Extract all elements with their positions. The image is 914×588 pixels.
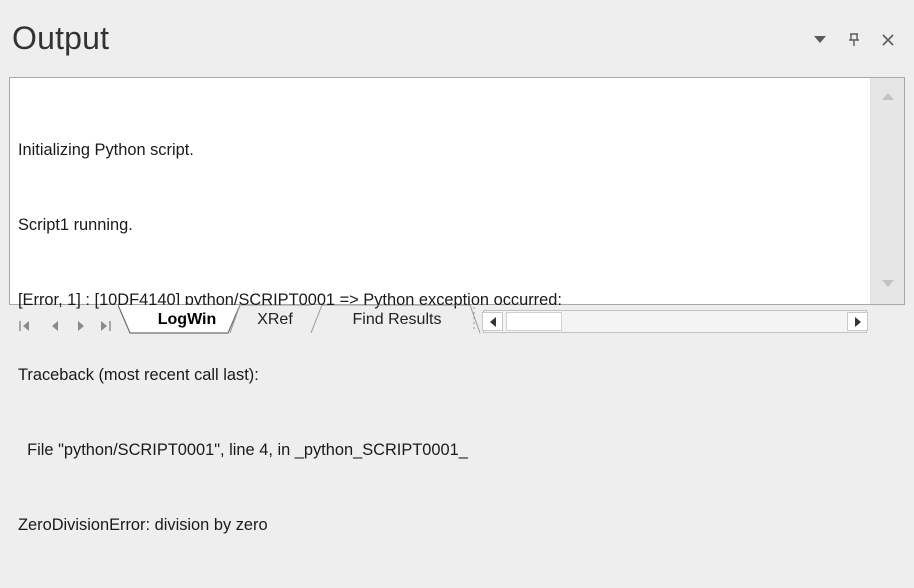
close-icon[interactable] bbox=[880, 32, 896, 48]
tab-logwin[interactable]: LogWin bbox=[138, 305, 236, 335]
tab-strip: LogWin XRef Find Results bbox=[0, 305, 914, 344]
next-tab-icon[interactable] bbox=[74, 319, 88, 333]
scroll-down-icon[interactable] bbox=[881, 278, 895, 290]
log-line: Traceback (most recent call last): bbox=[18, 366, 259, 384]
dropdown-arrow-icon[interactable] bbox=[812, 32, 828, 48]
log-line: Script1 running. bbox=[18, 216, 133, 234]
scroll-right-icon[interactable] bbox=[847, 312, 868, 331]
vertical-scrollbar[interactable] bbox=[870, 78, 904, 304]
scroll-thumb[interactable] bbox=[506, 312, 562, 331]
output-panel: Output Initializing Python script. Scrip… bbox=[0, 0, 914, 534]
scroll-up-icon[interactable] bbox=[881, 90, 895, 102]
scroll-left-icon[interactable] bbox=[482, 312, 503, 331]
tab-xref[interactable]: XRef bbox=[244, 305, 306, 335]
panel-title: Output bbox=[12, 20, 110, 56]
previous-tab-icon[interactable] bbox=[48, 319, 62, 333]
tab-find-results[interactable]: Find Results bbox=[322, 305, 472, 335]
log-line: File "python/SCRIPT0001", line 4, in _py… bbox=[18, 441, 468, 459]
pin-icon[interactable] bbox=[846, 32, 862, 48]
panel-header-controls bbox=[812, 32, 896, 48]
horizontal-scrollbar[interactable] bbox=[482, 310, 868, 333]
output-log-area[interactable]: Initializing Python script. Script1 runn… bbox=[9, 77, 905, 534]
last-tab-icon[interactable] bbox=[98, 319, 112, 333]
log-line: ZeroDivisionError: division by zero bbox=[18, 516, 268, 534]
first-tab-icon[interactable] bbox=[18, 319, 32, 333]
log-line: Initializing Python script. bbox=[18, 141, 194, 159]
